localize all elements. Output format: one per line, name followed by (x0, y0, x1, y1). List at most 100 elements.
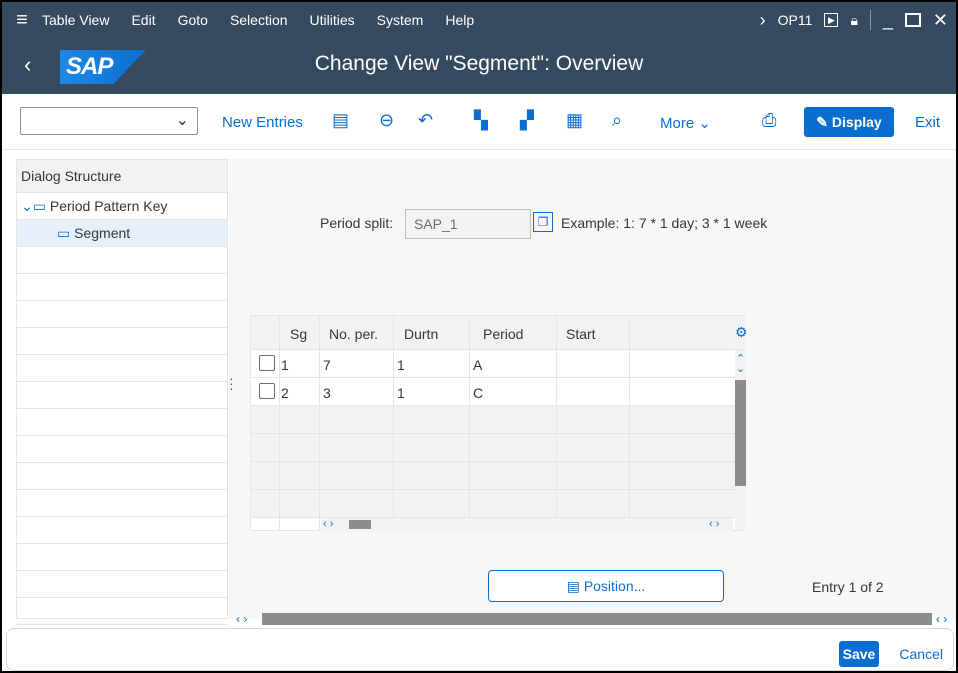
table-horizontal-scrollbar[interactable]: ‹ › ‹ › (321, 518, 733, 531)
find-icon[interactable]: ⌕ (612, 110, 622, 131)
scroll-left-right-icon[interactable]: ‹ › (323, 518, 333, 530)
scroll-down-icon[interactable]: ⌄ (736, 362, 745, 375)
col-divider (393, 316, 394, 530)
empty-row (17, 274, 227, 301)
empty-table-row (251, 434, 746, 462)
empty-row (17, 517, 227, 544)
toolbar: ⌄ New Entries ▤ ⊖ ↶ ▚ ▞ ▦ ⌕ More ⌄ ⎙ ✎ D… (2, 94, 956, 150)
more-button[interactable]: More ⌄ (660, 114, 711, 132)
table-row[interactable]: 2 3 1 C (251, 378, 746, 406)
empty-row (17, 301, 227, 328)
display-button[interactable]: ✎ Display (804, 107, 894, 137)
col-header-durtn[interactable]: Durtn (404, 326, 438, 342)
value-help-icon[interactable]: ❐ (533, 212, 553, 232)
empty-row (17, 571, 227, 598)
scrollbar-thumb[interactable] (735, 380, 746, 486)
delete-icon[interactable]: ⊖ (379, 110, 394, 131)
cell-period[interactable]: C (473, 385, 483, 401)
scroll-left-right-icon[interactable]: ‹ › (709, 518, 719, 530)
table-header: Sg No. per. Durtn Period Start ⚙ (251, 316, 748, 350)
menu-table-view[interactable]: Table View (42, 12, 109, 28)
chevron-right-icon[interactable]: › (760, 10, 766, 31)
row-select-checkbox[interactable] (259, 383, 275, 399)
lock-icon[interactable]: 🔒︎ (850, 12, 857, 29)
empty-row (17, 382, 227, 409)
col-divider (556, 316, 557, 530)
scroll-left-right-icon[interactable]: ‹ › (236, 612, 247, 626)
empty-row (17, 328, 227, 355)
empty-row (17, 544, 227, 571)
position-button[interactable]: ▤ Position... (488, 570, 724, 602)
title-bar: ‹ SAP Change View "Segment": Overview (2, 38, 956, 94)
empty-row (17, 409, 227, 436)
page-title: Change View "Segment": Overview (314, 52, 644, 75)
period-split-example: Example: 1: 7 * 1 day; 3 * 1 week (561, 215, 768, 231)
chevron-down-icon[interactable]: ⌄ (176, 110, 189, 130)
close-icon[interactable]: ✕ (933, 10, 948, 31)
menu-utilities[interactable]: Utilities (310, 12, 355, 28)
minimize-icon[interactable]: _ (883, 10, 893, 31)
footer-bar: Save Cancel (6, 628, 954, 671)
menubar-right-group: › OP11 ▶ 🔒︎ _ ✕ (760, 2, 948, 38)
cell-no-per[interactable]: 7 (323, 357, 331, 373)
empty-row (17, 436, 227, 463)
cell-durtn[interactable]: 1 (397, 385, 405, 401)
cell-no-per[interactable]: 3 (323, 385, 331, 401)
splitter-handle-icon[interactable]: · · · (229, 371, 234, 395)
segment-table: Sg No. per. Durtn Period Start ⚙ 1 7 1 A… (250, 315, 748, 531)
col-divider (279, 316, 280, 530)
expand-folder-icon[interactable]: ⌄▭ (21, 198, 46, 214)
col-header-sg[interactable]: Sg (290, 326, 307, 342)
menu-system[interactable]: System (377, 12, 424, 28)
cell-durtn[interactable]: 1 (397, 357, 405, 373)
row-select-checkbox[interactable] (259, 355, 275, 371)
system-id: OP11 (777, 12, 813, 28)
table-settings-icon[interactable]: ⚙ (735, 324, 748, 341)
copy-as-icon[interactable]: ▤ (332, 110, 349, 131)
col-header-period[interactable]: Period (483, 326, 523, 342)
deselect-all-icon[interactable]: ▦ (566, 110, 583, 131)
menu-goto[interactable]: Goto (178, 12, 208, 28)
new-entries-button[interactable]: New Entries (222, 114, 303, 131)
command-field[interactable]: ⌄ (20, 107, 198, 135)
main-content: Period split: SAP_1 ❐ Example: 1: 7 * 1 … (235, 159, 956, 619)
scrollbar-thumb[interactable] (349, 520, 371, 529)
period-split-field[interactable]: SAP_1 (405, 209, 531, 239)
cell-period[interactable]: A (473, 357, 482, 373)
select-all-icon[interactable]: ▚ (474, 110, 488, 131)
empty-row (17, 490, 227, 517)
col-divider (629, 316, 630, 530)
table-vertical-scrollbar[interactable]: ⌃ ⌄ (735, 350, 746, 530)
folder-icon: ▭ (57, 225, 71, 241)
tree-item-period-pattern-key[interactable]: ⌄▭ Period Pattern Key (17, 193, 227, 220)
cancel-button[interactable]: Cancel (899, 646, 943, 662)
col-header-no-per[interactable]: No. per. (329, 326, 378, 342)
menu-help[interactable]: Help (445, 12, 474, 28)
table-row[interactable]: 1 7 1 A (251, 350, 746, 378)
empty-row (17, 463, 227, 490)
scroll-left-right-icon[interactable]: ‹ › (936, 612, 947, 626)
col-divider (319, 316, 320, 530)
exit-button[interactable]: Exit (915, 114, 940, 131)
window-frame: ≡ Table View Edit Goto Selection Utiliti… (0, 0, 958, 673)
menu-selection[interactable]: Selection (230, 12, 288, 28)
empty-table-row (251, 490, 746, 518)
empty-table-row (251, 462, 746, 490)
play-icon[interactable]: ▶ (824, 13, 839, 27)
maximize-icon[interactable] (904, 13, 921, 27)
cell-sg: 1 (281, 357, 289, 373)
hamburger-menu-icon[interactable]: ≡ (2, 9, 42, 32)
menu-edit[interactable]: Edit (131, 12, 155, 28)
horizontal-scrollbar[interactable] (262, 613, 932, 625)
dialog-structure-header: Dialog Structure (17, 160, 227, 193)
cell-sg: 2 (281, 385, 289, 401)
save-button[interactable]: Save (839, 641, 879, 667)
col-header-start[interactable]: Start (566, 326, 596, 342)
select-block-icon[interactable]: ▞ (520, 110, 534, 131)
empty-table-row (251, 406, 746, 434)
tree-item-segment[interactable]: ▭ Segment (17, 220, 227, 247)
dialog-structure-panel: Dialog Structure ⌄▭ Period Pattern Key ▭… (16, 159, 228, 625)
undo-icon[interactable]: ↶ (418, 110, 433, 131)
print-icon[interactable]: ⎙ (762, 110, 776, 131)
empty-row (17, 247, 227, 274)
